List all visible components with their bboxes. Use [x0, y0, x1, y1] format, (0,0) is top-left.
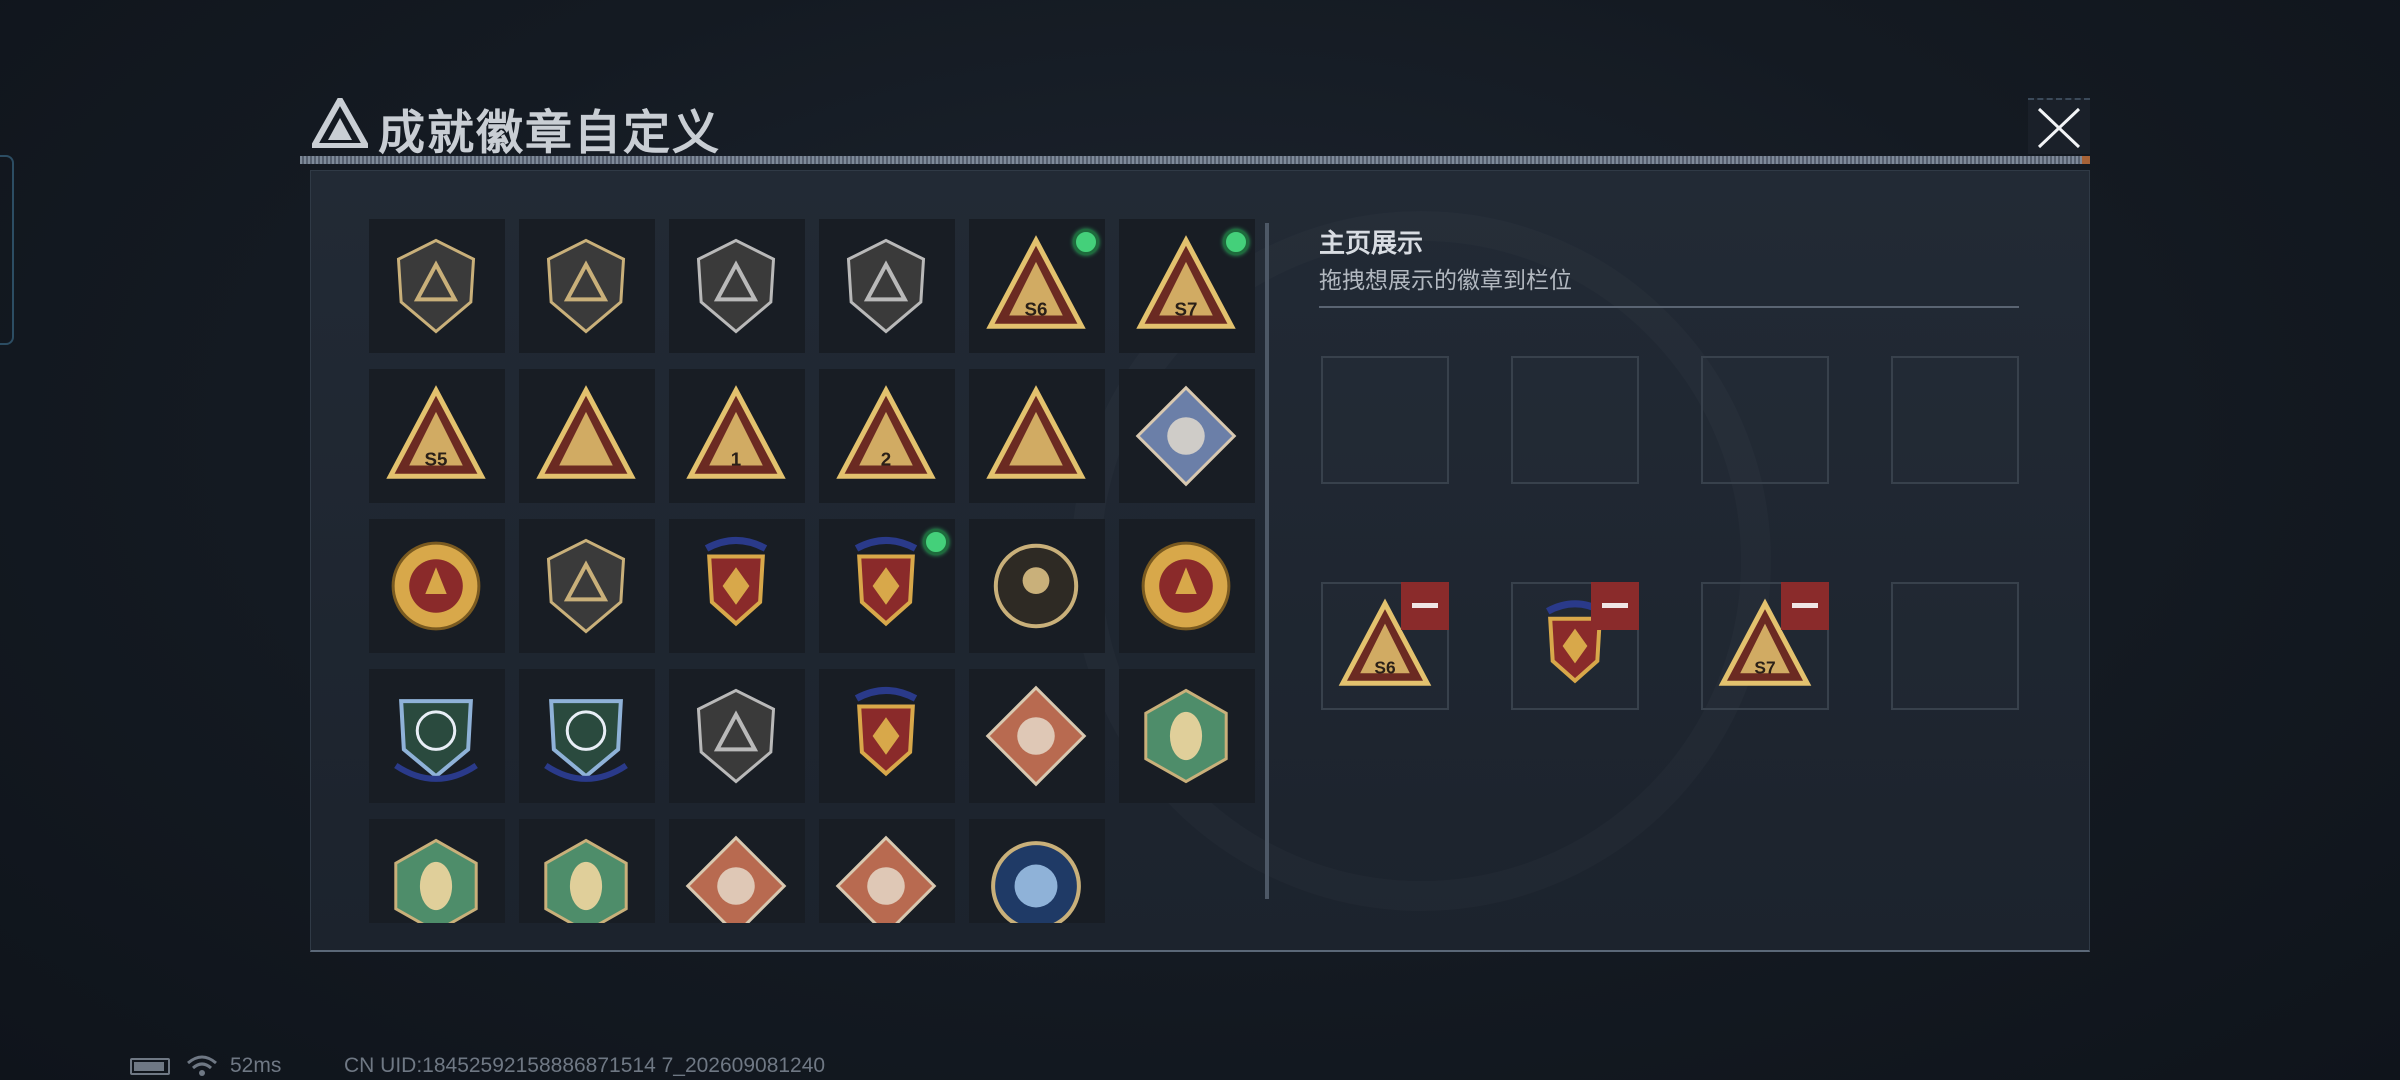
new-indicator-dot	[1073, 229, 1099, 255]
wolf-diamond-badge-icon	[985, 685, 1087, 787]
svg-text:S5: S5	[425, 448, 448, 469]
badge-cell[interactable]	[669, 519, 805, 653]
badge-cell[interactable]	[969, 819, 1105, 923]
showcase-slot[interactable]: S7	[1701, 582, 1829, 710]
showcase-slot[interactable]	[1701, 356, 1829, 484]
badge-grid-scrollbar[interactable]	[1265, 223, 1269, 899]
badge-cell[interactable]	[519, 819, 655, 923]
remove-badge-button[interactable]	[1591, 582, 1639, 630]
battery-icon	[130, 1058, 170, 1075]
svg-text:S6: S6	[1025, 298, 1048, 319]
badge-cell[interactable]	[669, 669, 805, 803]
badge-cell[interactable]: 1	[669, 369, 805, 503]
badge-cell[interactable]: S7	[1119, 219, 1255, 353]
lynx-round-badge-icon	[991, 841, 1081, 923]
new-indicator-dot	[923, 529, 949, 555]
side-tab-handle[interactable]	[0, 155, 14, 345]
helicopter-shield-badge-icon	[546, 238, 626, 334]
badge-cell[interactable]	[819, 819, 955, 923]
badge-cell[interactable]: 2	[819, 369, 955, 503]
badge-cell[interactable]	[1119, 519, 1255, 653]
badge-cell[interactable]: S5	[369, 369, 505, 503]
badge-cell[interactable]	[519, 369, 655, 503]
dialog-title: 成就徽章自定义	[378, 106, 721, 161]
showcase-slot[interactable]	[1891, 582, 2019, 710]
showcase-subtitle: 拖拽想展示的徽章到栏位	[1319, 268, 1572, 294]
badge-cell[interactable]	[819, 519, 955, 653]
showcase-slot[interactable]	[1511, 582, 1639, 710]
rank-2-triangle-badge-icon: 2	[836, 385, 936, 479]
svg-text:S7: S7	[1175, 298, 1198, 319]
crest-shield-badge-icon	[546, 538, 626, 634]
ping-value: 52ms	[230, 1054, 282, 1077]
wifi-icon	[187, 1055, 217, 1076]
boat-triangle-badge-icon	[536, 385, 636, 479]
badge-cell[interactable]	[519, 219, 655, 353]
rifle-blue-crest-badge-icon	[394, 699, 478, 782]
user-uid: CN UID:18452592158886871514 7_2026090812…	[344, 1054, 826, 1077]
triangle-logo-shield-badge-icon	[396, 238, 476, 334]
showcase-slot[interactable]	[1321, 356, 1449, 484]
svg-text:S6: S6	[1374, 657, 1396, 677]
badge-cell[interactable]	[669, 819, 805, 923]
badge-panel: S6 S7 S5 1 2 主页展示 拖拽想展示的徽章到栏位 S6 S7	[310, 170, 2090, 952]
star-medal-badge-icon	[391, 541, 481, 631]
badge-cell[interactable]	[369, 819, 505, 923]
soldiers-triangle-badge-icon	[986, 385, 1086, 479]
rose-diamond-badge-icon	[1135, 385, 1237, 487]
dialog-header: 成就徽章自定义	[300, 90, 2090, 164]
dragon-diamond-badge-icon	[685, 835, 787, 923]
badge-cell[interactable]	[1119, 669, 1255, 803]
badge-cell[interactable]	[1119, 369, 1255, 503]
bee-hexagon-badge-icon	[394, 838, 478, 923]
badge-cell[interactable]	[669, 219, 805, 353]
knife-shield-badge-icon	[696, 688, 776, 784]
showcase-slot[interactable]	[1511, 356, 1639, 484]
badge-cell[interactable]	[369, 519, 505, 653]
svg-text:1: 1	[731, 448, 741, 469]
remove-badge-button[interactable]	[1781, 582, 1829, 630]
close-icon	[2037, 107, 2081, 149]
badge-grid[interactable]: S6 S7 S5 1 2	[369, 219, 1255, 923]
badge-cell[interactable]	[369, 669, 505, 803]
svg-text:2: 2	[881, 448, 891, 469]
badge-cell[interactable]	[369, 219, 505, 353]
badge-cell[interactable]	[969, 519, 1105, 653]
new-indicator-dot	[1223, 229, 1249, 255]
skull-round-badge-icon	[993, 543, 1079, 629]
badge-cell[interactable]	[969, 369, 1105, 503]
badge-cell[interactable]	[819, 219, 955, 353]
badge-cell[interactable]	[519, 519, 655, 653]
wasp-hexagon-badge-icon	[1144, 688, 1228, 784]
tools-hexagon-badge-icon	[544, 838, 628, 923]
showcase-divider	[1319, 306, 2019, 308]
sniper-blue-crest-badge-icon	[544, 699, 628, 782]
showcase-title: 主页展示	[1319, 229, 1424, 259]
diamond-emblem-shield-badge-icon	[696, 238, 776, 334]
triangle-logo-icon	[312, 98, 368, 148]
badge-cell[interactable]	[519, 669, 655, 803]
showcase-slot[interactable]	[1891, 356, 2019, 484]
close-button[interactable]	[2028, 98, 2090, 154]
badge-cell[interactable]	[969, 669, 1105, 803]
s5-triangle-badge-icon: S5	[386, 385, 486, 479]
remove-badge-button[interactable]	[1401, 582, 1449, 630]
tiger-medal-badge-icon	[1141, 541, 1231, 631]
showcase-slot[interactable]: S6	[1321, 582, 1449, 710]
laurel-crest-badge-icon	[704, 537, 768, 627]
runner-diamond-badge-icon	[835, 835, 937, 923]
gold-sword-crest-badge-icon	[854, 687, 918, 777]
badge-cell[interactable]: S6	[969, 219, 1105, 353]
svg-text:S7: S7	[1754, 657, 1775, 677]
badge-cell[interactable]	[819, 669, 955, 803]
dagger-shield-badge-icon	[846, 238, 926, 334]
rank-1-triangle-badge-icon: 1	[686, 385, 786, 479]
header-divider	[300, 156, 2090, 164]
